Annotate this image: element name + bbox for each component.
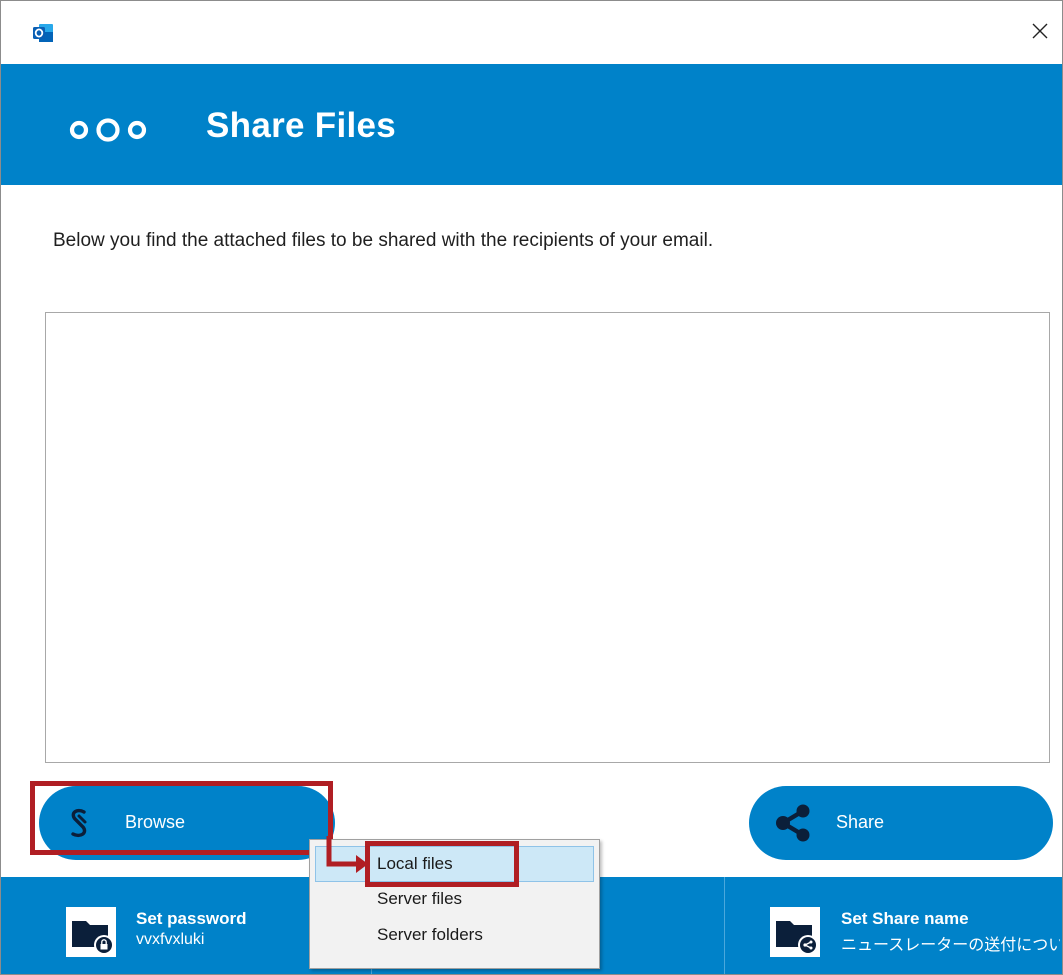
nextcloud-s-icon xyxy=(71,808,87,838)
browse-context-menu: Local files Server files Server folders xyxy=(309,839,600,969)
menu-item-server-folders[interactable]: Server folders xyxy=(315,917,594,953)
title-bar xyxy=(1,1,1062,64)
share-button[interactable]: Share xyxy=(749,786,1053,860)
description-text: Below you find the attached files to be … xyxy=(53,230,714,251)
share-name-value: ニュースレーターの送付につい xyxy=(841,937,1060,954)
share-files-window: Share Files Below you find the attached … xyxy=(0,0,1063,975)
nextcloud-logo-icon xyxy=(69,118,147,142)
header-banner xyxy=(1,64,1062,185)
attached-files-list[interactable] xyxy=(45,312,1050,763)
menu-item-label: Local files xyxy=(377,854,453,873)
close-icon xyxy=(1032,23,1048,39)
folder-share-icon xyxy=(770,907,820,957)
browse-label: Browse xyxy=(125,812,186,832)
browse-button[interactable]: Browse xyxy=(39,786,335,860)
folder-lock-icon xyxy=(66,907,116,957)
menu-item-server-files[interactable]: Server files xyxy=(315,881,594,917)
share-icon xyxy=(776,804,810,842)
page-title: Share Files xyxy=(206,106,397,145)
footer-divider xyxy=(724,877,725,974)
menu-item-label: Server files xyxy=(377,889,463,908)
set-share-name-title: Set Share name xyxy=(841,909,969,928)
menu-item-label: Server folders xyxy=(377,925,483,944)
set-share-name-item[interactable]: Set Share name ニュースレーターの送付につい xyxy=(770,877,1060,974)
menu-item-local-files[interactable]: Local files xyxy=(315,846,594,882)
password-value: vvxfvxluki xyxy=(136,931,205,948)
share-label: Share xyxy=(836,812,885,832)
close-button[interactable] xyxy=(1017,11,1062,51)
outlook-icon xyxy=(33,24,53,42)
set-password-title: Set password xyxy=(136,909,247,928)
